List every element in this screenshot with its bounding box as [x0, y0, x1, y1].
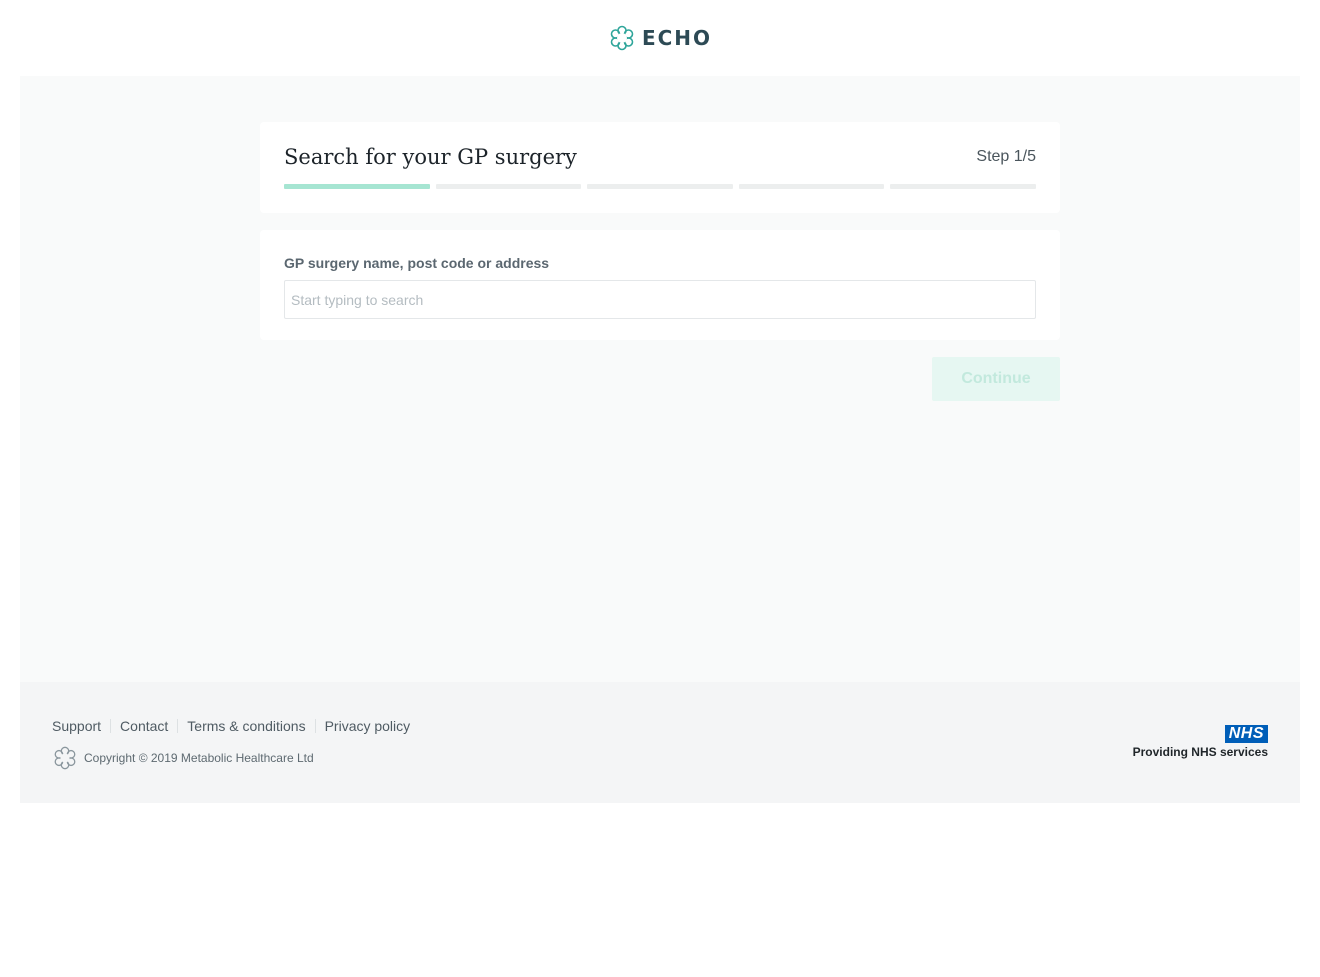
footer-divider: [110, 719, 112, 733]
page-title: Search for your GP surgery: [284, 145, 577, 169]
gp-search-input[interactable]: [284, 280, 1036, 319]
footer-divider: [314, 719, 316, 733]
top-bar: ECHO: [0, 0, 1320, 76]
progress-segment-2: [435, 184, 582, 189]
brand-name: ECHO: [641, 26, 713, 50]
copyright-text: Copyright © 2019 Metabolic Healthcare Lt…: [84, 751, 314, 765]
footer-link-terms[interactable]: Terms & conditions: [187, 718, 305, 734]
echo-flower-icon: [54, 746, 76, 770]
footer-link-contact[interactable]: Contact: [120, 718, 168, 734]
step-header: Search for your GP surgery Step 1/5: [284, 144, 1036, 170]
footer-divider: [177, 719, 179, 733]
progress-segment-4: [738, 184, 885, 189]
step-counter: Step 1/5: [976, 148, 1036, 165]
brand[interactable]: ECHO: [608, 24, 712, 52]
main-content: Search for your GP surgery Step 1/5 GP s…: [20, 76, 1300, 682]
footer: Support Contact Terms & conditions Priva…: [20, 682, 1300, 803]
echo-flower-icon: [610, 25, 634, 51]
progress-segment-1: [284, 184, 430, 189]
progress-segment-3: [587, 184, 733, 189]
progress-bar: [284, 184, 1036, 189]
nhs-logo: NHS Providing NHS services: [1133, 725, 1268, 759]
search-card: GP surgery name, post code or address: [260, 230, 1060, 340]
nhs-badge: NHS: [1224, 725, 1268, 743]
footer-link-privacy[interactable]: Privacy policy: [325, 718, 411, 734]
footer-link-support[interactable]: Support: [52, 718, 101, 734]
nhs-tagline: Providing NHS services: [1132, 745, 1268, 759]
step-card: Search for your GP surgery Step 1/5: [260, 122, 1060, 213]
search-label: GP surgery name, post code or address: [284, 255, 550, 271]
progress-segment-5: [890, 184, 1036, 189]
copyright-row: Copyright © 2019 Metabolic Healthcare Lt…: [52, 745, 314, 771]
continue-button[interactable]: Continue: [932, 357, 1060, 401]
footer-nav: Support Contact Terms & conditions Priva…: [52, 718, 410, 734]
